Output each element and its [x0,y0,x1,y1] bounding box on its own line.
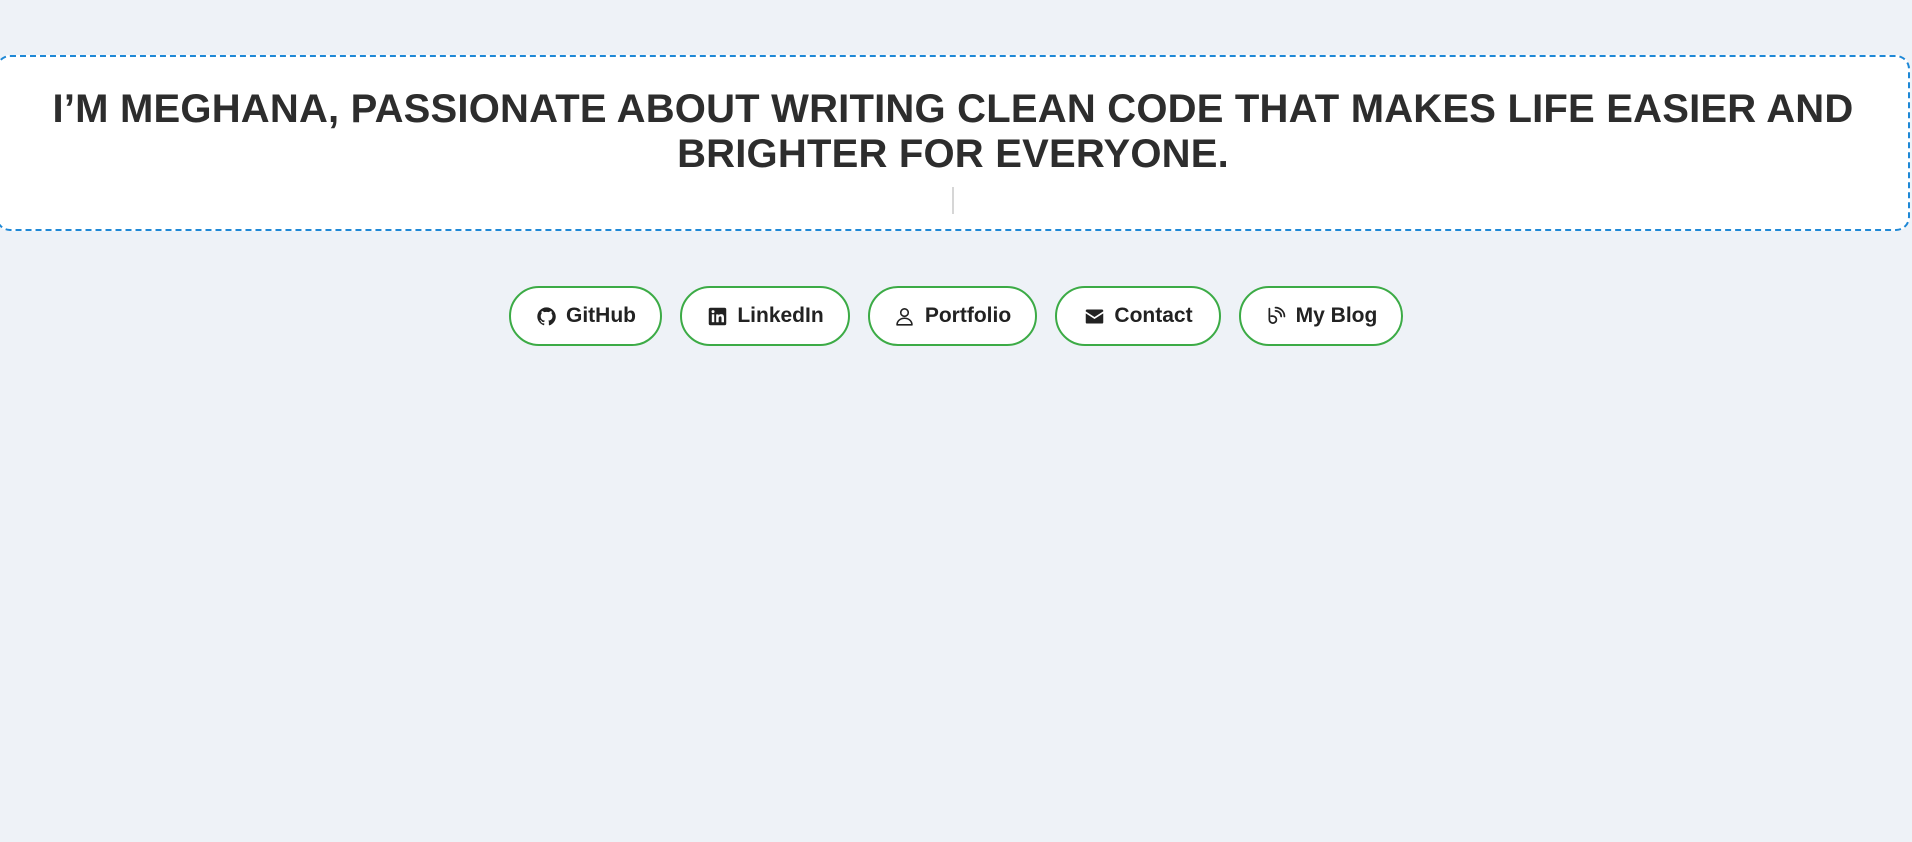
hero-card: I’M MEGHANA, PASSIONATE ABOUT WRITING CL… [0,55,1910,231]
github-label: GitHub [566,304,636,327]
envelope-icon [1083,305,1105,327]
github-button[interactable]: GitHub [509,286,662,346]
blog-icon [1265,305,1287,327]
portfolio-button[interactable]: Portfolio [868,286,1037,346]
social-links: GitHub LinkedIn Portfolio Contact My Blo… [0,286,1912,346]
contact-label: Contact [1114,304,1193,327]
user-icon [894,305,916,327]
blog-label: My Blog [1295,304,1378,327]
linkedin-icon [706,305,728,327]
github-icon [535,305,557,327]
typing-cursor [952,187,954,214]
linkedin-label: LinkedIn [737,304,824,327]
linkedin-button[interactable]: LinkedIn [680,286,850,346]
hero-title: I’M MEGHANA, PASSIONATE ABOUT WRITING CL… [52,87,1854,176]
contact-button[interactable]: Contact [1055,286,1221,346]
portfolio-label: Portfolio [924,304,1012,327]
blog-button[interactable]: My Blog [1239,286,1403,346]
